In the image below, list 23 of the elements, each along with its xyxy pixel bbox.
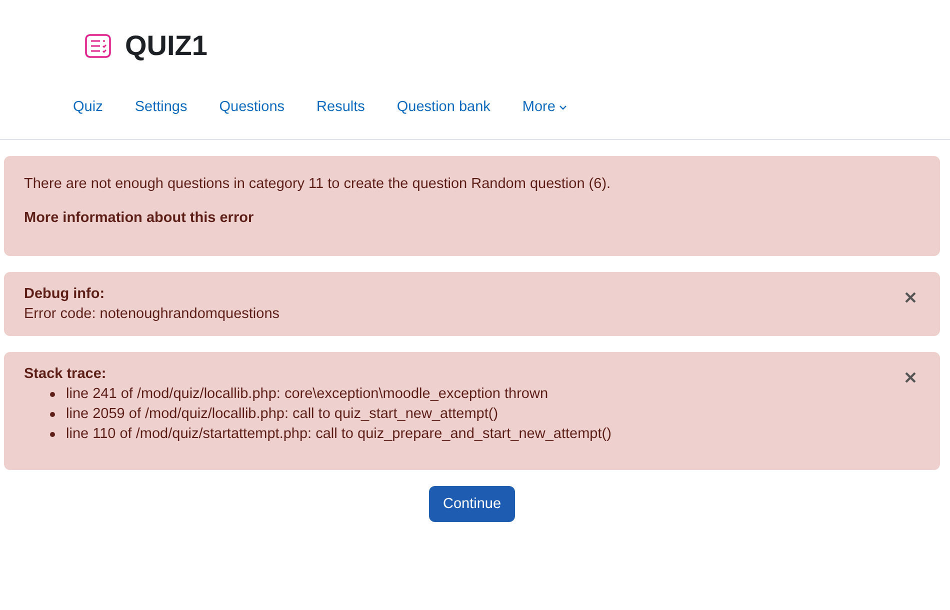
error-message: There are not enough questions in category 11 to create the question Random question (6).	[24, 176, 612, 192]
more-menu[interactable]: More	[506, 99, 584, 129]
nav-link[interactable]: Results	[300, 99, 381, 129]
close-icon	[905, 372, 916, 383]
nav-link[interactable]: Questions	[203, 99, 301, 129]
bullet-icon	[50, 432, 55, 436]
stack-line: line 241 of /mod/quiz/locallib.php: core\exception\moodle_exception thrown	[66, 386, 548, 402]
quiz-icon	[85, 34, 111, 58]
continue-button[interactable]: Continue	[428, 486, 516, 522]
close-icon	[905, 292, 916, 303]
stack-line: line 110 of /mod/quiz/startattempt.php: call to quiz_prepare_and_start_new_attempt()	[66, 426, 612, 442]
more-info-heading: More information about this error	[24, 210, 255, 226]
error-code: Error code: notenoughrandomquestions	[24, 306, 280, 322]
nav-link[interactable]: Quiz	[57, 99, 119, 129]
nav-link[interactable]: Settings	[118, 99, 204, 129]
page-title: QUIZ1	[125, 30, 208, 62]
bullet-icon	[50, 392, 55, 396]
caret-icon	[559, 105, 568, 110]
stack-heading: Stack trace:	[24, 366, 106, 382]
debug-heading: Debug info:	[24, 286, 105, 302]
bullet-icon	[50, 412, 55, 416]
nav-link[interactable]: Question bank	[380, 99, 506, 129]
stack-line: line 2059 of /mod/quiz/locallib.php: call to quiz_start_new_attempt()	[66, 406, 498, 422]
